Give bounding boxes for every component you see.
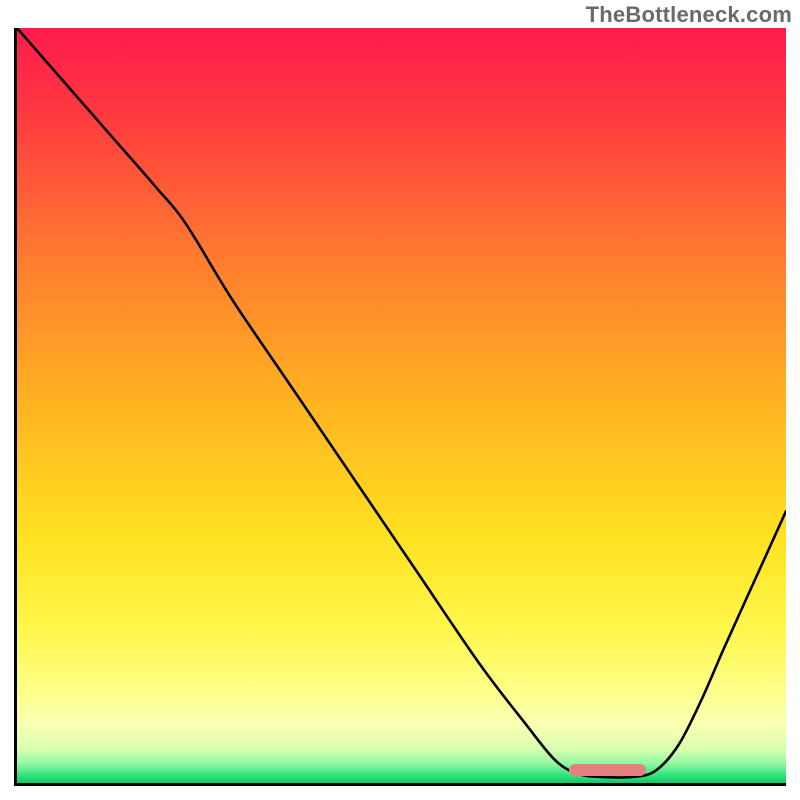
plot-area — [14, 28, 786, 786]
optimal-range-marker — [569, 764, 646, 776]
chart-frame: TheBottleneck.com — [0, 0, 800, 800]
bottleneck-curve — [17, 28, 786, 783]
watermark-text: TheBottleneck.com — [586, 2, 792, 28]
